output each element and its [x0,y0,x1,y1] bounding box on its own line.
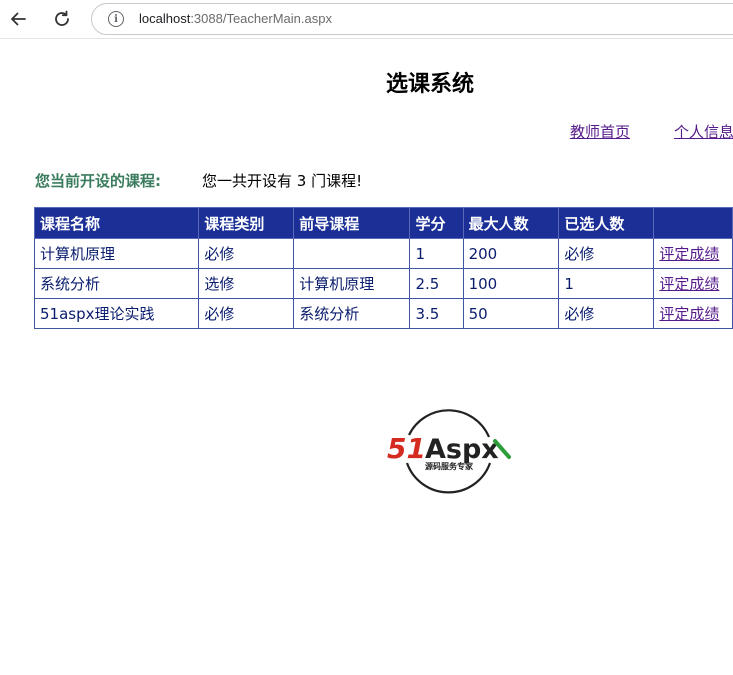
personal-info-link[interactable]: 个人信息 [674,121,733,142]
header-prerequisite: 前导课程 [293,207,411,239]
cell-course-name: 计算机原理 [33,238,200,269]
header-action [653,207,733,239]
cell-prerequisite [293,238,411,269]
arrow-left-icon [11,12,26,26]
header-selected-count: 已选人数 [558,207,655,239]
cell-credit: 2.5 [409,268,464,299]
logo-51: 51 [387,432,426,465]
cell-course-category: 选修 [198,268,295,299]
address-bar[interactable]: i localhost:3088/TeacherMain.aspx [91,3,733,35]
reload-icon [55,10,69,26]
table-row: 51aspx理论实践 必修 系统分析 3.5 50 必修 评定成绩 [33,298,733,329]
grade-link[interactable]: 评定成绩 [659,245,719,263]
grade-link[interactable]: 评定成绩 [659,305,719,323]
page-title: 选课系统 [386,72,475,97]
cell-credit: 1 [409,238,464,269]
cell-action: 评定成绩 [653,298,733,329]
url-text[interactable]: localhost:3088/TeacherMain.aspx [139,11,332,27]
cell-max-students: 200 [462,238,560,269]
grade-link[interactable]: 评定成绩 [659,275,719,293]
logo-tagline: 源码服务专家 [425,461,474,471]
brand-logo: 51 Aspx 源码服务专家 [387,409,511,494]
cell-action: 评定成绩 [653,268,733,299]
cell-selected-count: 必修 [558,298,655,329]
logo-aspx: Aspx [425,434,499,465]
cell-course-category: 必修 [198,298,295,329]
cell-course-name: 51aspx理论实践 [33,298,200,329]
cell-selected-count: 必修 [558,238,655,269]
cell-selected-count: 1 [558,268,655,299]
cell-max-students: 100 [462,268,560,299]
course-count-summary: 您一共开设有 3 门课程! [202,172,363,190]
url-path: :3088/TeacherMain.aspx [190,11,332,26]
info-icon[interactable]: i [108,11,124,27]
teacher-home-link[interactable]: 教师首页 [570,121,630,142]
header-max-students: 最大人数 [462,207,560,239]
cell-prerequisite: 计算机原理 [293,268,411,299]
cell-action: 评定成绩 [653,238,733,269]
url-host: localhost [139,11,191,26]
table-header-row: 课程名称 课程类别 前导课程 学分 最大人数 已选人数 [33,207,733,239]
header-course-category: 课程类别 [198,207,295,239]
cell-course-category: 必修 [198,238,295,269]
cell-max-students: 50 [462,298,560,329]
browser-toolbar: i localhost:3088/TeacherMain.aspx [0,0,733,39]
cell-prerequisite: 系统分析 [293,298,411,329]
table-row: 系统分析 选修 计算机原理 2.5 100 1 评定成绩 [33,268,733,299]
header-credit: 学分 [409,207,464,239]
cell-credit: 3.5 [409,298,464,329]
header-course-name: 课程名称 [33,207,200,239]
cell-course-name: 系统分析 [33,268,200,299]
section-label: 您当前开设的课程: [35,172,161,190]
back-button[interactable] [6,7,30,31]
reload-button[interactable] [50,7,74,31]
course-table: 课程名称 课程类别 前导课程 学分 最大人数 已选人数 计算机原理 必修 1 2… [33,207,733,329]
table-row: 计算机原理 必修 1 200 必修 评定成绩 [33,238,733,269]
